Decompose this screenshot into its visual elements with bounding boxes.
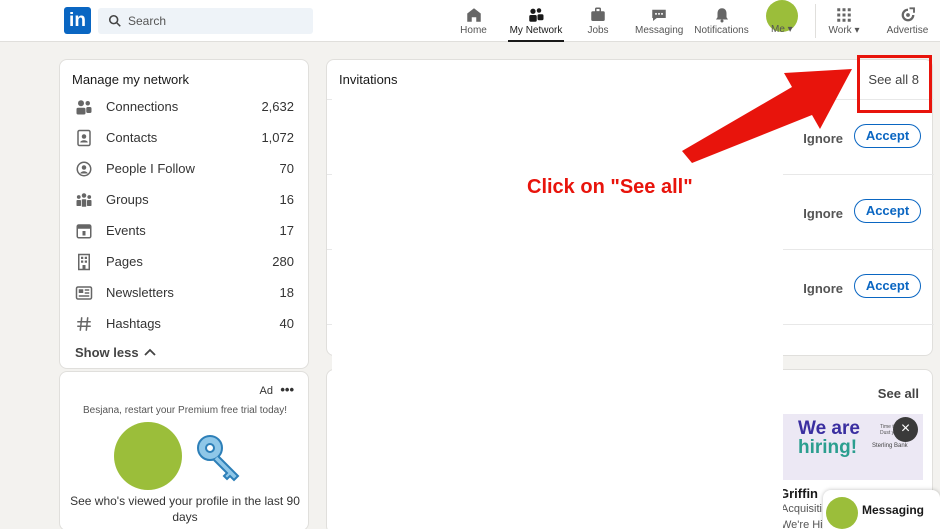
advertise-icon <box>901 7 915 22</box>
events-icon <box>76 224 92 239</box>
linkedin-logo[interactable]: in <box>64 7 91 34</box>
banner-hiring: hiring! <box>798 437 858 458</box>
messaging-avatar <box>826 497 858 529</box>
ad-description: See who's viewed your profile in the las… <box>70 494 300 524</box>
network-item-count: 40 <box>279 316 294 331</box>
network-item-name: Events <box>106 223 146 238</box>
connections-icon <box>76 100 92 115</box>
bank-logo: Sterling Bank <box>872 443 908 449</box>
search-input[interactable]: Search <box>98 8 313 34</box>
network-item-events[interactable]: Events 17 <box>60 216 310 246</box>
suggestion-name[interactable]: Griffin <box>779 486 818 501</box>
search-placeholder: Search <box>128 14 167 28</box>
accept-button[interactable]: Accept <box>854 124 921 148</box>
annotation-callout: Click on "See all" <box>527 176 693 198</box>
key-icon <box>197 435 240 482</box>
nav-notifications-label: Notifications <box>694 25 749 36</box>
network-item-count: 280 <box>272 254 294 269</box>
close-icon[interactable]: × <box>893 417 918 442</box>
network-item-count: 2,632 <box>261 99 294 114</box>
network-item-count: 18 <box>279 285 294 300</box>
messaging-label: Messaging <box>862 503 925 517</box>
annotation-arrow <box>682 69 852 163</box>
banner-we-are: We are <box>798 418 860 439</box>
ad-label: Ad <box>259 385 273 397</box>
suggestion-headline-2: We're Hir <box>781 519 827 529</box>
accept-button[interactable]: Accept <box>854 274 921 298</box>
network-item-name: Connections <box>106 99 179 114</box>
manage-network-card: Manage my network Connections 2,632 Cont… <box>59 59 309 369</box>
ad-options-icon[interactable]: ••• <box>280 382 294 397</box>
see-all-suggestions-link[interactable]: See all <box>878 386 919 401</box>
home-icon <box>466 8 481 22</box>
nav-work[interactable]: Work ▾ <box>826 4 862 40</box>
newsletters-icon <box>75 286 93 300</box>
nav-advertise-label: Advertise <box>886 25 929 36</box>
messaging-icon <box>652 9 666 21</box>
network-item-count: 70 <box>279 161 294 176</box>
nav-my-network-label: My Network <box>509 25 563 36</box>
show-less-button[interactable]: Show less <box>75 345 139 360</box>
groups-icon <box>76 193 92 207</box>
nav-notifications[interactable]: Notifications <box>693 4 750 40</box>
network-item-hashtags[interactable]: Hashtags 40 <box>60 309 310 339</box>
nav-work-label: Work ▾ <box>828 25 860 36</box>
premium-ad-card: Ad ••• Besjana, restart your Premium fre… <box>59 371 309 529</box>
ignore-button[interactable]: Ignore <box>803 281 843 296</box>
me-dropdown[interactable]: Me ▾ <box>771 24 793 35</box>
nav-home[interactable]: Home <box>458 4 489 40</box>
network-item-count: 17 <box>279 223 294 238</box>
nav-advertise[interactable]: Advertise <box>885 4 930 40</box>
nav-jobs[interactable]: Jobs <box>585 4 611 40</box>
network-item-count: 1,072 <box>261 130 294 145</box>
search-icon <box>108 14 121 27</box>
nav-divider <box>815 4 816 38</box>
bell-icon <box>715 8 728 23</box>
network-item-contacts[interactable]: Contacts 1,072 <box>60 123 310 153</box>
network-item-name: Hashtags <box>106 316 161 331</box>
accept-button[interactable]: Accept <box>854 199 921 223</box>
people-follow-icon <box>76 161 92 177</box>
suggestion-headline: Acquisiti <box>781 503 822 515</box>
grid-icon <box>837 8 851 22</box>
ignore-button[interactable]: Ignore <box>803 206 843 221</box>
hashtag-icon <box>77 317 91 331</box>
annotation-highlight-box <box>857 55 932 113</box>
me-label: Me <box>771 24 785 35</box>
network-item-people-follow[interactable]: People I Follow 70 <box>60 154 310 184</box>
nav-jobs-label: Jobs <box>587 25 609 36</box>
nav-messaging[interactable]: Messaging <box>635 4 683 40</box>
pages-icon <box>78 253 90 271</box>
manage-network-title: Manage my network <box>72 72 190 87</box>
network-item-groups[interactable]: Groups 16 <box>60 185 310 215</box>
network-item-name: Pages <box>106 254 143 269</box>
network-item-name: Contacts <box>106 130 158 145</box>
network-item-count: 16 <box>279 192 294 207</box>
network-item-newsletters[interactable]: Newsletters 18 <box>60 278 310 308</box>
nav-home-label: Home <box>460 25 487 36</box>
network-item-name: People I Follow <box>106 161 195 176</box>
network-item-connections[interactable]: Connections 2,632 <box>60 92 310 122</box>
hiring-banner-text: We are hiring! <box>798 419 860 457</box>
nav-messaging-label: Messaging <box>635 25 684 36</box>
network-item-pages[interactable]: Pages 280 <box>60 247 310 277</box>
network-item-name: Newsletters <box>106 285 174 300</box>
ad-avatar <box>114 422 182 490</box>
top-navigation-bar: in Search Home My Network Jobs Messaging… <box>0 0 940 42</box>
contacts-icon <box>77 129 91 147</box>
briefcase-icon <box>591 7 605 21</box>
ad-promo-text: Besjana, restart your Premium free trial… <box>83 405 287 416</box>
nav-my-network[interactable]: My Network <box>508 4 564 42</box>
invitations-title: Invitations <box>339 72 398 87</box>
chevron-up-icon <box>144 348 156 356</box>
network-icon <box>529 8 544 22</box>
network-item-name: Groups <box>106 192 149 207</box>
